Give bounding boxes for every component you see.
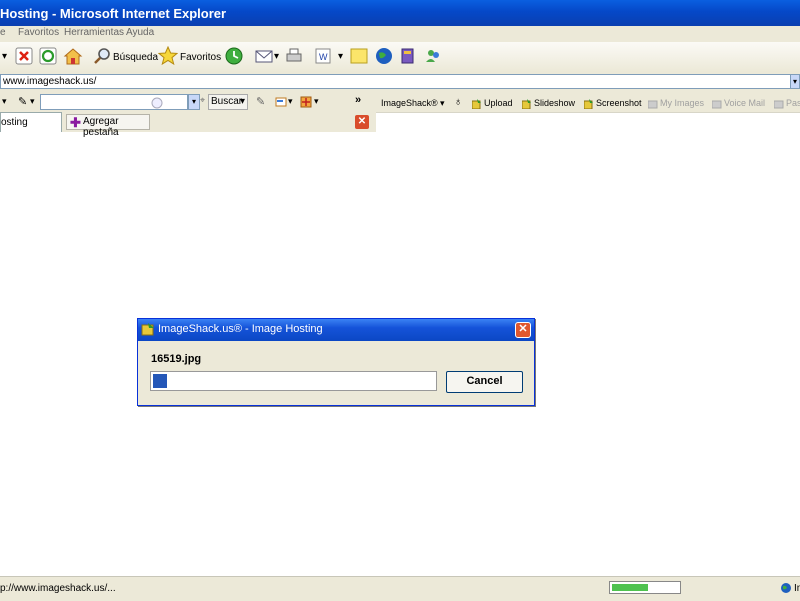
home-icon[interactable] <box>63 46 83 66</box>
upload-icon <box>472 98 481 109</box>
my-images-button[interactable]: My Images <box>648 98 704 109</box>
imageshack-dropdown-icon[interactable]: ▾ <box>440 98 445 109</box>
mail-dropdown-icon[interactable]: ▾ <box>274 51 279 62</box>
screenshot-icon <box>584 98 593 109</box>
buscar-button[interactable]: Buscar ▾ <box>208 94 248 110</box>
globe-icon[interactable] <box>374 46 394 66</box>
upload-dialog: ImageShack.us® - Image Hosting ✕ 16519.j… <box>137 318 535 406</box>
mail-icon[interactable] <box>254 46 274 66</box>
menu-bar: e Favoritos Herramientas Ayuda <box>0 26 800 42</box>
upload-filename: 16519.jpg <box>151 353 202 365</box>
toolbar-dropdown-icon[interactable]: ▾ <box>2 96 7 107</box>
buscar-button-label: Buscar <box>211 96 243 107</box>
voice-mail-button[interactable]: Voice Mail <box>712 98 765 109</box>
slideshow-icon <box>522 98 531 109</box>
upload-progress-fill <box>153 374 167 388</box>
imageshack-logo-icon <box>141 323 154 336</box>
options-icon[interactable] <box>300 96 312 108</box>
highlight-pen-icon[interactable]: ✎ <box>256 95 265 108</box>
paste-label: Past <box>786 98 800 108</box>
add-tab-label: Agregar pestaña <box>83 116 119 138</box>
print-icon[interactable] <box>284 46 304 66</box>
status-progress-fill <box>612 584 648 591</box>
search-dropdown-icon[interactable]: ▾ <box>188 94 200 110</box>
my-images-icon <box>648 100 658 109</box>
dialog-close-icon[interactable]: ✕ <box>515 322 531 338</box>
search-icon[interactable] <box>92 46 112 66</box>
status-zone-label: In <box>794 583 800 594</box>
cancel-button[interactable]: Cancel <box>446 371 523 393</box>
internet-zone-globe-icon <box>781 583 791 593</box>
voice-mail-icon <box>712 100 722 109</box>
menu-item-tools[interactable]: Herramientas <box>64 27 124 38</box>
plus-icon: ✚ <box>70 115 81 130</box>
window-title-bar[interactable]: Hosting - Microsoft Internet Explorer <box>0 0 800 26</box>
slideshow-button[interactable]: Slideshow <box>522 98 575 109</box>
edit-dropdown-icon[interactable]: ▾ <box>338 51 343 62</box>
dialog-title: ImageShack.us® - Image Hosting <box>158 323 323 335</box>
discuss-note-icon[interactable] <box>349 46 369 66</box>
svg-text:W: W <box>319 52 328 62</box>
search-field-bubble-icon <box>151 97 163 109</box>
tab-active-label: osting <box>1 117 28 128</box>
imageshack-brand-menu[interactable]: ImageShack® <box>381 98 438 108</box>
my-images-label: My Images <box>660 98 705 108</box>
form-fill-icon[interactable] <box>275 96 287 108</box>
address-bar: www.imageshack.us/ ▾ <box>0 72 800 92</box>
status-bar: p://www.imageshack.us/... In <box>0 576 800 601</box>
close-tab-icon[interactable]: ✕ <box>355 115 369 129</box>
search-button-label[interactable]: Búsqueda <box>113 52 158 63</box>
search-input[interactable] <box>40 94 188 110</box>
slideshow-label: Slideshow <box>534 98 576 108</box>
favorites-star-icon[interactable] <box>158 46 178 66</box>
tab-bar: osting ✚ Agregar pestaña ✕ <box>0 112 376 138</box>
screenshot-button[interactable]: Screenshot <box>584 98 642 109</box>
edit-word-icon[interactable]: W <box>313 46 333 66</box>
dropdown-arrow-icon[interactable]: ▾ <box>2 51 7 62</box>
dialog-title-bar[interactable]: ImageShack.us® - Image Hosting ✕ <box>138 319 534 341</box>
upload-progress-bar <box>150 371 437 391</box>
window-title: Hosting - Microsoft Internet Explorer <box>0 6 227 21</box>
upload-button[interactable]: Upload <box>472 98 513 109</box>
refresh-icon[interactable] <box>38 46 58 66</box>
menu-item-file-edit[interactable]: e <box>0 27 6 38</box>
history-icon[interactable] <box>224 46 244 66</box>
standard-toolbar: ▾ Búsqueda Favoritos ▾ W ▾ <box>0 42 800 73</box>
pencil-icon[interactable]: ✎ <box>18 95 27 108</box>
address-dropdown-icon[interactable]: ▾ <box>790 74 800 89</box>
add-tab-button[interactable]: ✚ Agregar pestaña <box>66 114 150 138</box>
upload-label: Upload <box>484 98 513 108</box>
status-progress-bar <box>609 581 681 594</box>
buscar-dropdown-icon: ▾ <box>239 96 245 107</box>
options-dropdown-icon[interactable]: ▾ <box>314 96 319 107</box>
address-input[interactable]: www.imageshack.us/ <box>0 74 792 89</box>
menu-item-help[interactable]: Ayuda <box>126 27 154 38</box>
menu-item-favorites[interactable]: Favoritos <box>18 27 59 38</box>
search-toolbar: ▾ ✎ ▾ ▾ ⌖ Buscar ▾ ✎ ▾ ▾ » ImageShack® ▾… <box>0 92 800 113</box>
screenshot-label: Screenshot <box>596 98 642 108</box>
paste-button[interactable]: Past <box>774 98 800 109</box>
messenger-icon[interactable] <box>423 46 443 66</box>
paste-icon <box>774 100 784 109</box>
chevron-more-icon[interactable]: » <box>355 94 361 106</box>
status-text: p://www.imageshack.us/... <box>0 583 116 594</box>
lightbulb-icon[interactable]: ♁ <box>454 96 462 108</box>
voice-mail-label: Voice Mail <box>724 98 766 108</box>
pencil-dropdown-icon[interactable]: ▾ <box>30 96 35 107</box>
form-fill-dropdown-icon[interactable]: ▾ <box>288 96 293 107</box>
search-separator-icon: ⌖ <box>200 95 206 105</box>
stop-icon[interactable] <box>14 46 34 66</box>
tab-active[interactable]: osting <box>0 112 62 132</box>
favorites-button-label[interactable]: Favoritos <box>180 52 221 63</box>
research-book-icon[interactable] <box>398 46 418 66</box>
